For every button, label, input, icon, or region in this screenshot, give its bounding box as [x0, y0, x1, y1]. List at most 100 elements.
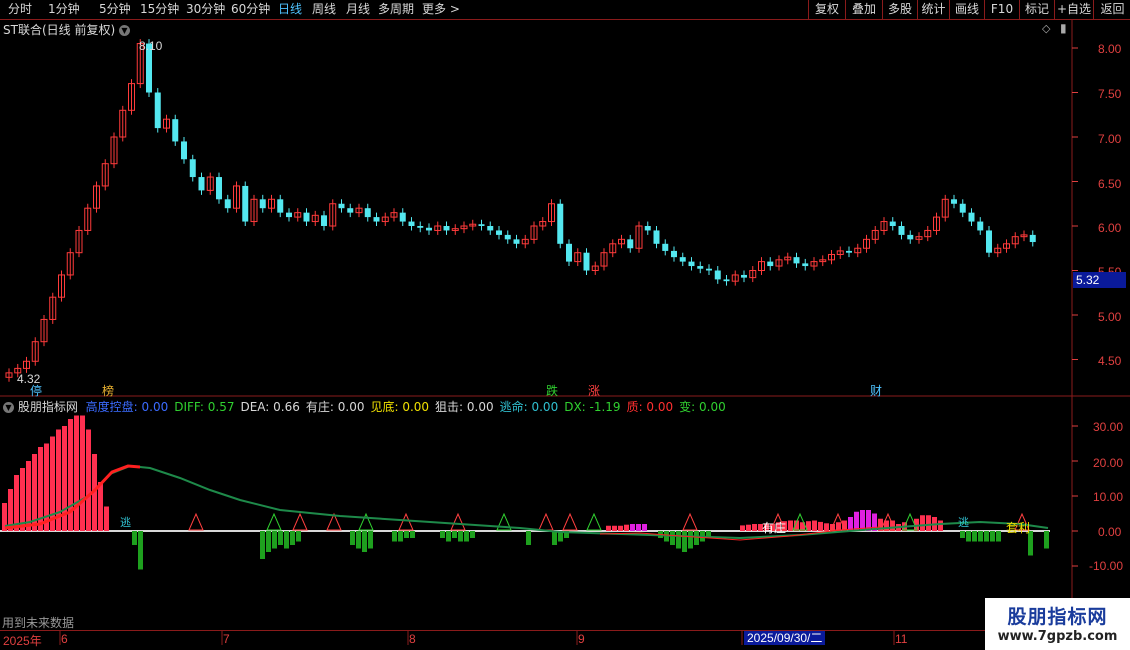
signal-triangle	[398, 512, 414, 531]
histogram-bar-up	[26, 461, 31, 531]
candle-body	[706, 268, 712, 271]
candle-body	[662, 243, 669, 251]
indicator-value: 变: 0.00	[679, 400, 726, 414]
signal-triangle	[266, 512, 282, 531]
candle-body	[627, 239, 634, 249]
histogram-bar-down	[446, 531, 451, 542]
histogram-bar-down	[984, 531, 989, 542]
histogram-bar-up	[618, 525, 623, 531]
candle-body	[644, 226, 651, 231]
histogram-bar-up	[612, 525, 617, 531]
histogram-bar-down	[470, 531, 475, 538]
histogram-bar-up	[606, 525, 611, 531]
histogram-bar-up	[624, 524, 629, 531]
candle-body	[846, 250, 852, 253]
indicator-value: 高度控盘: 0.00	[85, 400, 169, 414]
label-taoli: 套利	[1006, 521, 1031, 535]
histogram-bar-up	[14, 475, 19, 531]
candle-body	[259, 199, 266, 209]
candle-body	[986, 230, 992, 253]
candle-body	[714, 270, 721, 280]
candle-body	[723, 279, 730, 282]
histogram-bar-down	[440, 531, 445, 538]
histogram-bar-up	[740, 525, 745, 531]
histogram-bar-down	[990, 531, 995, 542]
histogram-bar-down	[266, 531, 271, 552]
label-tao: 逃	[120, 516, 131, 529]
candle-body	[679, 257, 686, 262]
histogram-bar-down	[452, 531, 457, 538]
candle-body	[557, 203, 564, 244]
histogram-bar-down	[682, 531, 687, 552]
histogram-bar-down	[972, 531, 977, 542]
price-tick: 6.00	[1098, 221, 1122, 235]
histogram-bar-down	[966, 531, 971, 542]
histogram-bar-up	[74, 415, 79, 531]
candle-body	[793, 257, 800, 264]
price-tick: 5.00	[1098, 310, 1122, 324]
signal-halt: 停	[30, 384, 43, 398]
histogram-bar-up	[104, 506, 109, 531]
histogram-bar-up	[746, 524, 751, 531]
histogram-bar-down	[132, 531, 137, 545]
histogram-bar-down	[688, 531, 693, 549]
indicator-chart	[0, 415, 1050, 570]
kline-chart[interactable]	[0, 0, 1130, 650]
histogram-bar-up	[80, 415, 85, 531]
candle-body	[181, 141, 187, 160]
histogram-bar-down	[368, 531, 373, 549]
candle-body	[767, 261, 774, 267]
histogram-bar-magenta	[642, 524, 647, 531]
price-tick: 6.50	[1098, 177, 1122, 191]
histogram-bar-up	[752, 524, 757, 531]
candle-body	[504, 234, 511, 240]
indicator-value: 狙击: 0.00	[435, 400, 494, 414]
histogram-bar-down	[464, 531, 469, 542]
indicator-value: 见底: 0.00	[370, 400, 430, 414]
histogram-bar-down	[398, 531, 403, 542]
price-tick: 8.00	[1098, 42, 1122, 56]
date-label: 11	[895, 632, 908, 646]
histogram-bar-magenta	[630, 524, 635, 531]
date-label: 9	[578, 632, 585, 646]
histogram-bar-up	[938, 520, 943, 531]
histogram-bar-down	[356, 531, 361, 549]
histogram-bar-down	[694, 531, 699, 545]
candle-body	[513, 239, 520, 244]
candle-body	[487, 226, 494, 231]
candle-body	[347, 208, 354, 213]
candle-body	[364, 208, 371, 218]
watermark-url: www.7gpzb.com	[997, 629, 1118, 644]
histogram-bar-down	[410, 531, 415, 538]
signal-rise: 涨	[588, 384, 601, 398]
signal-triangle	[682, 512, 698, 531]
candle-body	[889, 221, 896, 226]
candle-body	[968, 212, 975, 222]
histogram-bar-down	[278, 531, 283, 545]
chevron-down-icon[interactable]: ▼	[3, 402, 14, 413]
dea-line	[4, 464, 1049, 540]
candle-body	[408, 221, 415, 226]
candle-body	[373, 217, 380, 222]
indicator-value: 有庄: 0.00	[305, 400, 365, 414]
histogram-bar-down	[996, 531, 1001, 542]
indicator-value: 质: 0.00	[626, 400, 674, 414]
indicator-title-row: ▼ 股朋指标网 高度控盘: 0.00 DIFF: 0.57 DEA: 0.66 有庄:…	[3, 398, 732, 415]
indicator-value: 逃命: 0.00	[499, 400, 559, 414]
candle-body	[496, 230, 502, 235]
price-tick: 4.50	[1098, 354, 1122, 368]
indicator-value: DEA: 0.66	[240, 400, 300, 414]
histogram-bar-down	[260, 531, 265, 559]
signal-list: 榜	[102, 384, 115, 398]
signal-triangle	[562, 512, 578, 531]
histogram-bar-down	[392, 531, 397, 542]
histogram-bar-down	[960, 531, 965, 538]
histogram-bar-down	[978, 531, 983, 542]
candle-body	[977, 221, 984, 231]
candle-body	[697, 266, 704, 269]
candle-body	[802, 263, 809, 267]
histogram-bar-up	[824, 523, 829, 531]
indicator-tick: 0.00	[1098, 525, 1122, 539]
histogram-bar-up	[98, 482, 103, 531]
date-label: 7	[223, 632, 230, 646]
